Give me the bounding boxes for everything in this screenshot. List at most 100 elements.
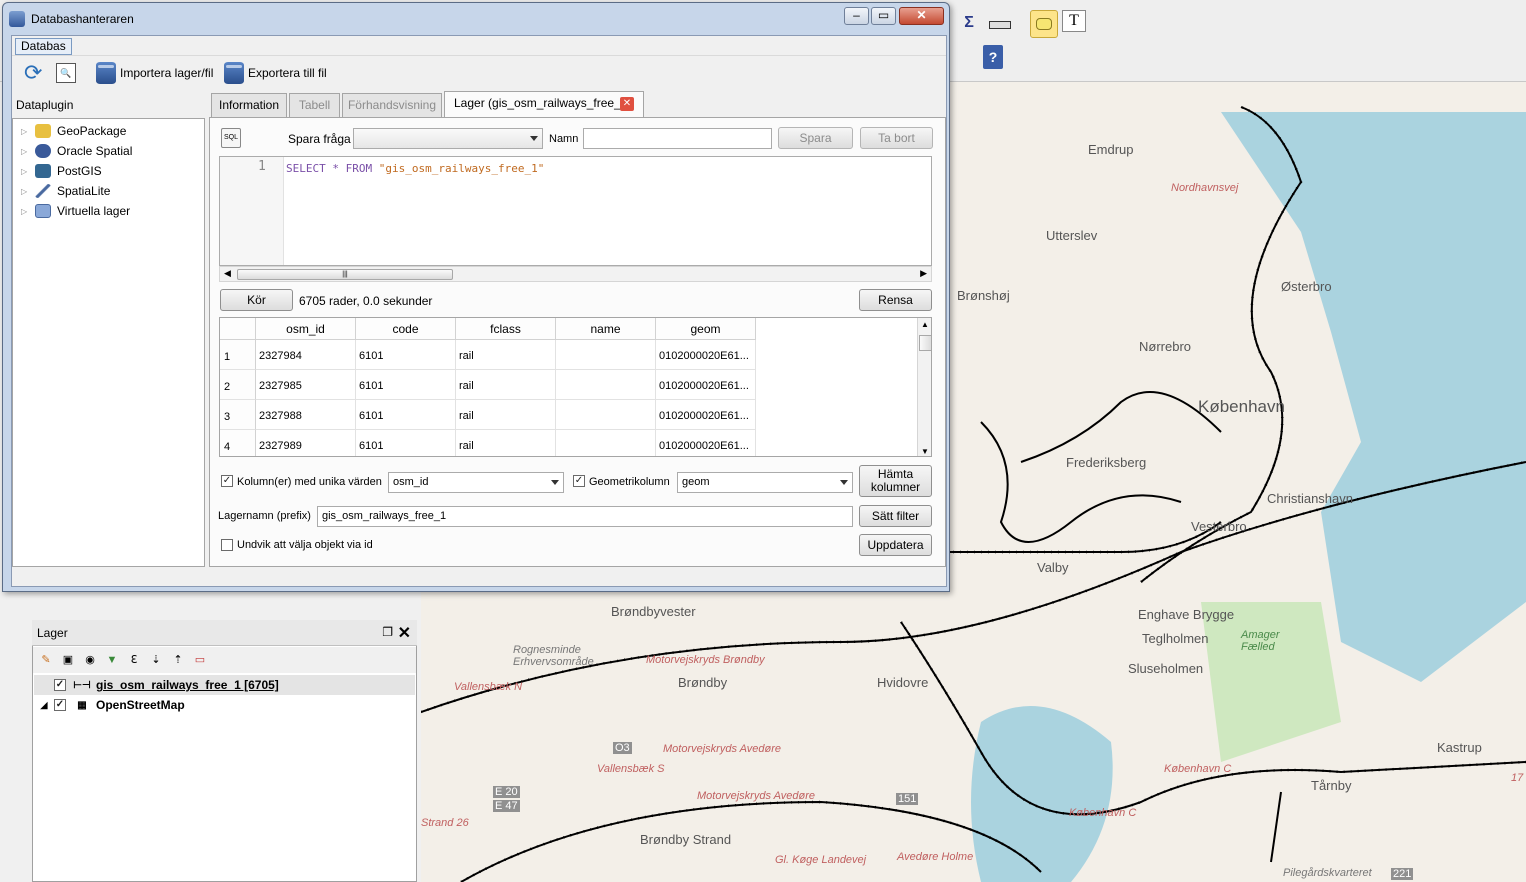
scroll-left-icon[interactable]: ◀ — [224, 268, 231, 279]
menu-database[interactable]: Databas — [15, 38, 72, 55]
sql-editor[interactable]: 1 SELECT * FROM "gis_osm_railways_free_1… — [219, 156, 932, 266]
visibility-icon[interactable]: ◉ — [82, 652, 98, 668]
tree-item-geopackage[interactable]: ▷ GeoPackage — [21, 121, 126, 141]
cell-code[interactable]: 6101 — [356, 340, 456, 370]
close-tab-icon[interactable]: ✕ — [620, 97, 634, 111]
minimize-button[interactable]: – — [844, 7, 869, 25]
cell-geom[interactable]: 0102000020E61... — [656, 370, 756, 400]
export-file-button[interactable]: Exportera till fil — [224, 58, 327, 88]
close-panel-icon[interactable]: ✕ — [398, 623, 411, 643]
cell-fclass[interactable]: rail — [456, 430, 556, 456]
window-title-bar[interactable]: Databashanteraren — [9, 9, 134, 29]
cell-code[interactable]: 6101 — [356, 370, 456, 400]
column-header[interactable]: name — [556, 318, 656, 340]
tree-item-virtual[interactable]: ▷ Virtuella lager — [21, 201, 130, 221]
expression-icon[interactable]: ℇ — [126, 652, 142, 668]
expand-all-icon[interactable]: ⇣ — [148, 652, 164, 668]
cell-name[interactable] — [556, 400, 656, 430]
column-header[interactable]: code — [356, 318, 456, 340]
tree-item-postgis[interactable]: ▷ PostGIS — [21, 161, 102, 181]
refresh-button[interactable]: ⟳ — [24, 58, 42, 88]
help-icon[interactable]: ? — [983, 45, 1003, 69]
save-query-button[interactable]: Spara — [778, 127, 853, 149]
maximize-button[interactable]: ▭ — [871, 7, 896, 25]
layer-name-input[interactable]: gis_osm_railways_free_1 — [317, 506, 853, 527]
column-header[interactable]: fclass — [456, 318, 556, 340]
float-panel-icon[interactable]: ❐ — [382, 625, 393, 639]
layer-checkbox[interactable]: ✓ — [54, 699, 66, 711]
remove-layer-icon[interactable]: ▭ — [192, 652, 208, 668]
clear-button[interactable]: Rensa — [859, 289, 932, 311]
query-name-input[interactable] — [583, 128, 772, 149]
cell-fclass[interactable]: rail — [456, 400, 556, 430]
import-layer-button[interactable]: Importera lager/fil — [96, 58, 213, 88]
layer-row-osm[interactable]: ◢ ✓ ▦ OpenStreetMap — [34, 695, 185, 715]
scroll-thumb[interactable]: ||| — [237, 269, 453, 280]
expand-arrow-icon[interactable]: ▷ — [21, 167, 29, 176]
column-header[interactable]: osm_id — [256, 318, 356, 340]
column-header[interactable]: geom — [656, 318, 756, 340]
layer-row-railways[interactable]: ✓ ⊢⊣ gis_osm_railways_free_1 [6705] — [34, 675, 415, 695]
filter-icon[interactable]: ▼ — [104, 652, 120, 668]
collapse-all-icon[interactable]: ⇡ — [170, 652, 186, 668]
cell-geom[interactable]: 0102000020E61... — [656, 340, 756, 370]
run-button[interactable]: Kör — [220, 289, 293, 311]
cell-osm-id[interactable]: 2327989 — [256, 430, 356, 456]
layer-name[interactable]: gis_osm_railways_free_1 [6705] — [96, 678, 279, 692]
results-table[interactable]: osm_id code fclass name geom 1 2327984 6… — [219, 317, 932, 457]
close-window-button[interactable]: ✕ — [899, 7, 944, 25]
expand-arrow-icon[interactable]: ◢ — [34, 700, 54, 711]
layer-name[interactable]: OpenStreetMap — [96, 698, 185, 712]
cell-code[interactable]: 6101 — [356, 430, 456, 456]
sql-builder-icon[interactable]: SQL — [221, 128, 241, 148]
cell-osm-id[interactable]: 2327984 — [256, 340, 356, 370]
results-vertical-scrollbar[interactable]: ▲ ▼ — [917, 318, 931, 456]
dataplugin-tree[interactable]: ▷ GeoPackage ▷ Oracle Spatial ▷ PostGIS ▷ Sp… — [12, 118, 205, 567]
unique-column-select[interactable]: osm_id — [388, 472, 564, 493]
saved-query-select[interactable] — [353, 128, 543, 149]
cell-name[interactable] — [556, 430, 656, 456]
tab-table[interactable]: Tabell — [289, 93, 340, 117]
cell-osm-id[interactable]: 2327988 — [256, 400, 356, 430]
cell-name[interactable] — [556, 340, 656, 370]
delete-query-button[interactable]: Ta bort — [860, 127, 933, 149]
cell-osm-id[interactable]: 2327985 — [256, 370, 356, 400]
scroll-thumb[interactable] — [919, 335, 931, 351]
sigma-icon[interactable]: Σ — [958, 10, 980, 36]
expand-arrow-icon[interactable]: ▷ — [21, 187, 29, 196]
tree-item-spatialite[interactable]: ▷ SpatiaLite — [21, 181, 110, 201]
geometry-column-select[interactable]: geom — [677, 472, 853, 493]
ruler-icon[interactable] — [986, 12, 1014, 38]
text-annotation-icon[interactable]: T — [1062, 10, 1086, 32]
tab-preview[interactable]: Förhandsvisning — [342, 93, 442, 117]
tree-item-oracle[interactable]: ▷ Oracle Spatial — [21, 141, 132, 161]
fetch-columns-button[interactable]: Hämta kolumner — [859, 465, 932, 497]
cell-fclass[interactable]: rail — [456, 370, 556, 400]
expand-arrow-icon[interactable]: ▷ — [21, 147, 29, 156]
cell-code[interactable]: 6101 — [356, 400, 456, 430]
tab-information[interactable]: Information — [211, 93, 287, 117]
unique-columns-checkbox[interactable]: ✓ — [221, 475, 233, 487]
style-icon[interactable]: ✎ — [38, 652, 54, 668]
editor-horizontal-scrollbar[interactable]: ◀ ||| ▶ — [219, 266, 932, 282]
expand-arrow-icon[interactable]: ▷ — [21, 207, 29, 216]
annotation-icon[interactable] — [1030, 10, 1058, 38]
expand-arrow-icon[interactable]: ▷ — [21, 127, 29, 136]
add-group-icon[interactable]: ▣ — [60, 652, 76, 668]
update-button[interactable]: Uppdatera — [859, 534, 932, 556]
cell-geom[interactable]: 0102000020E61... — [656, 430, 756, 456]
sql-window-button[interactable]: 🔍 — [56, 58, 76, 88]
scroll-right-icon[interactable]: ▶ — [920, 268, 927, 279]
set-filter-button[interactable]: Sätt filter — [859, 505, 932, 527]
cell-name[interactable] — [556, 370, 656, 400]
layer-checkbox[interactable]: ✓ — [54, 679, 66, 691]
cell-geom[interactable]: 0102000020E61... — [656, 400, 756, 430]
cell-fclass[interactable]: rail — [456, 340, 556, 370]
scroll-down-icon[interactable]: ▼ — [921, 447, 929, 456]
avoid-select-checkbox[interactable] — [221, 539, 233, 551]
tab-layer-query[interactable]: Lager (gis_osm_railways_free_1) ✕ — [444, 91, 644, 118]
geometry-column-checkbox[interactable]: ✓ — [573, 475, 585, 487]
scroll-up-icon[interactable]: ▲ — [921, 320, 929, 329]
map-label: Emdrup — [1088, 142, 1134, 157]
map-label: Vallensbæk N — [454, 681, 523, 693]
